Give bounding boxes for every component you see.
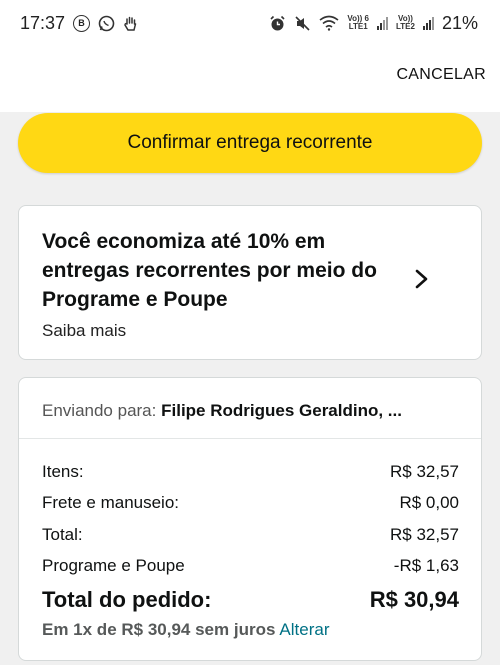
row-value: R$ 32,57 [390,461,459,481]
row-label: Frete e manuseio: [42,493,180,513]
confirm-button-label: Confirmar entrega recorrente [127,132,373,153]
mute-icon [294,15,311,32]
status-bar: 17:37 B Vo)) 6 LTE1 Vo)) LTE2 21% [0,0,500,46]
subscribe-save-discount-row: Programe e Poupe -R$ 1,63 [42,551,459,583]
installment-info: Em 1x de R$ 30,94 sem juros Alterar [42,620,329,640]
shipping-to[interactable]: Enviando para: Filipe Rodrigues Geraldin… [42,401,462,421]
change-payment-link[interactable]: Alterar [279,620,329,639]
sim2-indicator: Vo)) LTE2 [396,14,415,31]
learn-more-link[interactable]: Saiba mais [42,321,126,341]
installment-text: Em 1x de R$ 30,94 sem juros [42,620,276,639]
row-value: R$ 0,00 [399,493,459,513]
order-summary-card: Enviando para: Filipe Rodrigues Geraldin… [18,377,482,661]
status-bar-left: 17:37 B [20,13,139,34]
promo-title: Você economiza até 10% em entregas recor… [42,230,377,311]
subtotal-row: Total: R$ 32,57 [42,519,459,551]
alarm-icon [269,15,286,32]
divider [19,438,481,439]
cancel-button[interactable]: CANCELAR [396,66,486,84]
subscribe-save-promo-card[interactable]: Você economiza até 10% em entregas recor… [18,205,482,360]
top-bar: CANCELAR [0,46,500,112]
order-total-value: R$ 30,94 [369,587,459,612]
shipping-to-label: Enviando para: [42,401,157,420]
items-row: Itens: R$ 32,57 [42,456,459,488]
signal-bars-sim2-icon [422,16,434,30]
shipping-recipient-name: Filipe Rodrigues Geraldino, ... [161,401,402,420]
clock: 17:37 [20,12,66,33]
row-value: -R$ 1,63 [393,556,459,576]
row-label: Total: [42,524,83,544]
chevron-right-icon [415,269,428,289]
row-label: Itens: [42,461,84,481]
signal-bars-sim1-icon [377,16,388,30]
battery-percent: 21% [441,12,478,33]
whatsapp-icon [98,15,115,32]
confirm-recurring-delivery-button[interactable]: Confirmar entrega recorrente [18,113,482,173]
sim1-indicator: Vo)) 6 LTE1 [347,14,369,31]
shipping-row: Frete e manuseio: R$ 0,00 [42,488,459,520]
row-label: Programe e Poupe [42,556,185,576]
b-circle-icon: B [73,14,91,32]
hand-icon [123,15,139,32]
order-total-row: Total do pedido: R$ 30,94 [42,582,459,618]
status-bar-right: Vo)) 6 LTE1 Vo)) LTE2 21% [269,13,478,34]
wifi-icon [319,15,339,31]
row-value: R$ 32,57 [390,524,459,544]
order-total-label: Total do pedido: [42,587,212,612]
price-breakdown: Itens: R$ 32,57 Frete e manuseio: R$ 0,0… [42,456,459,618]
